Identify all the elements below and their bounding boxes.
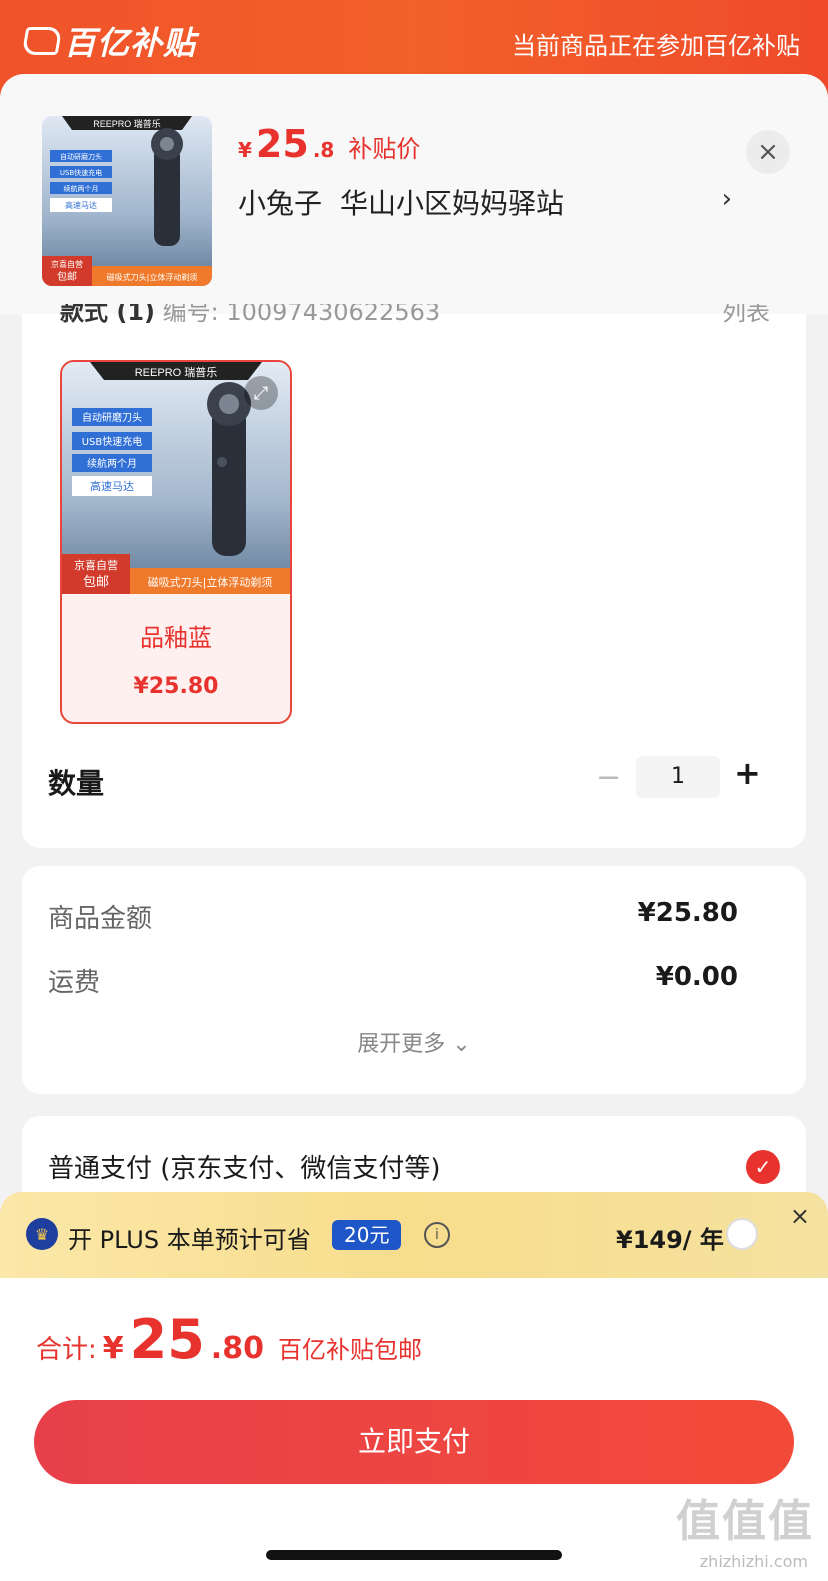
list-toggle[interactable]: 列表 xyxy=(722,304,770,327)
shipping-label: 运费 xyxy=(48,968,101,998)
goods-amount-row: 商品金额 ¥25.80 xyxy=(48,898,738,935)
product-thumbnail[interactable]: REEPRO 瑞普乐 自动研磨刀头 USB快速充电 续航两个月 高速马达 京喜自… xyxy=(42,116,212,286)
total-integer: 25 xyxy=(129,1308,205,1371)
payment-method-label: 普通支付 (京东支付、微信支付等) xyxy=(48,1154,441,1184)
variant-option[interactable]: REEPRO 瑞普乐 自动研磨刀头 USB快速充电 续航两个月 高速马达 京喜自… xyxy=(60,360,292,724)
pay-now-button[interactable]: 立即支付 xyxy=(34,1400,794,1484)
plus-radio-button[interactable] xyxy=(726,1218,758,1250)
price-summary-card: 商品金额 ¥25.80 运费 ¥0.00 展开更多 ⌄ xyxy=(22,866,806,1094)
variant-price: ¥25.80 xyxy=(133,674,219,699)
expand-more-button[interactable]: 展开更多 ⌄ xyxy=(22,1026,806,1058)
plus-promo-text: 开 PLUS 本单预计可省 xyxy=(68,1226,311,1254)
total-currency: ¥ xyxy=(102,1331,124,1366)
svg-text:磁吸式刀头|立体浮动剃须: 磁吸式刀头|立体浮动剃须 xyxy=(148,575,273,589)
goods-amount-label: 商品金额 xyxy=(48,904,153,934)
chevron-right-icon[interactable]: › xyxy=(722,184,732,214)
price-currency: ¥ xyxy=(238,138,252,162)
shaver-image: REEPRO 瑞普乐 自动研磨刀头 USB快速充电 续航两个月 高速马达 京喜自… xyxy=(42,116,212,286)
svg-text:京喜自营: 京喜自营 xyxy=(51,259,83,269)
quantity-decrease-button[interactable]: − xyxy=(596,760,621,795)
quantity-increase-button[interactable]: + xyxy=(734,754,761,792)
total-note: 百亿补贴包邮 xyxy=(277,1336,422,1364)
close-icon[interactable]: × xyxy=(790,1202,810,1230)
crown-icon: ♛ xyxy=(26,1218,58,1250)
info-icon[interactable]: i xyxy=(424,1222,450,1248)
total-label: 合计: xyxy=(36,1335,97,1365)
watermark-logo: 值值值 xyxy=(676,1496,814,1547)
price-integer: 25 xyxy=(255,122,309,166)
svg-text:高速马达: 高速马达 xyxy=(65,200,97,210)
shipping-row: 运费 ¥0.00 xyxy=(48,962,738,999)
goods-amount-value: ¥25.80 xyxy=(637,898,738,928)
svg-text:REEPRO 瑞普乐: REEPRO 瑞普乐 xyxy=(93,118,161,129)
quantity-label: 数量 xyxy=(48,767,105,800)
svg-text:磁吸式刀头|立体浮动剃须: 磁吸式刀头|立体浮动剃须 xyxy=(107,272,198,282)
svg-text:自动研磨刀头: 自动研磨刀头 xyxy=(82,411,142,424)
svg-text:高速马达: 高速马达 xyxy=(90,479,134,493)
shipping-value: ¥0.00 xyxy=(655,962,738,992)
style-label: 款式 (1) xyxy=(60,304,155,326)
subsidy-notice: 当前商品正在参加百亿补贴 xyxy=(512,32,800,60)
subsidy-price: ¥ 25 .8 补贴价 xyxy=(238,122,420,166)
svg-text:包邮: 包邮 xyxy=(83,575,109,590)
svg-text:USB快速充电: USB快速充电 xyxy=(82,435,143,448)
variant-name: 品釉蓝 xyxy=(140,624,212,652)
style-code: 编号: 100974306225​63 xyxy=(162,304,441,326)
close-icon[interactable]: × xyxy=(746,130,790,174)
svg-text:包邮: 包邮 xyxy=(57,270,77,283)
expand-image-icon[interactable]: ⤢ xyxy=(244,376,278,410)
plus-price: ¥149/ 年 xyxy=(616,1226,724,1254)
product-header-card: REEPRO 瑞普乐 自动研磨刀头 USB快速充电 续航两个月 高速马达 京喜自… xyxy=(0,74,828,314)
price-decimal: .8 xyxy=(312,138,335,162)
delivery-address[interactable]: 小兔子 华山小区妈妈驿站 xyxy=(238,182,564,222)
svg-text:自动研磨刀头: 自动研磨刀头 xyxy=(60,152,102,161)
svg-text:续航两个月: 续航两个月 xyxy=(64,184,99,193)
svg-text:REEPRO 瑞普乐: REEPRO 瑞普乐 xyxy=(135,365,218,379)
watermark-url: zhizhizhi.com xyxy=(699,1552,808,1571)
plus-save-badge: 20元 xyxy=(332,1220,402,1250)
total-decimal: .80 xyxy=(210,1331,264,1366)
style-header: 款式 (1) 编号: 100974306225​63 列表 xyxy=(60,304,770,334)
address-name: 小兔子 xyxy=(238,187,323,220)
svg-text:USB快速充电: USB快速充电 xyxy=(60,168,102,177)
home-indicator[interactable] xyxy=(266,1550,562,1560)
address-location: 华山小区妈妈驿站 xyxy=(340,187,565,220)
order-total: 合计: ¥ 25 .80 百亿补贴包邮 xyxy=(36,1308,422,1371)
brand-name: 百亿补贴 xyxy=(64,24,197,62)
checkmark-icon[interactable]: ✓ xyxy=(746,1150,780,1184)
brand-logo: 百亿补贴 xyxy=(21,18,197,64)
svg-text:续航两个月: 续航两个月 xyxy=(87,457,137,470)
svg-text:京喜自营: 京喜自营 xyxy=(74,558,118,572)
style-selection-card: 款式 (1) 编号: 100974306225​63 列表 REEPRO 瑞普乐 xyxy=(22,304,806,848)
subsidy-logo-icon xyxy=(21,27,63,55)
plus-promo-bar[interactable]: ♛ 开 PLUS 本单预计可省 20元 i ¥149/ 年 × xyxy=(0,1192,828,1278)
quantity-input[interactable]: 1 xyxy=(636,756,720,798)
price-tag: 补贴价 xyxy=(348,135,421,163)
